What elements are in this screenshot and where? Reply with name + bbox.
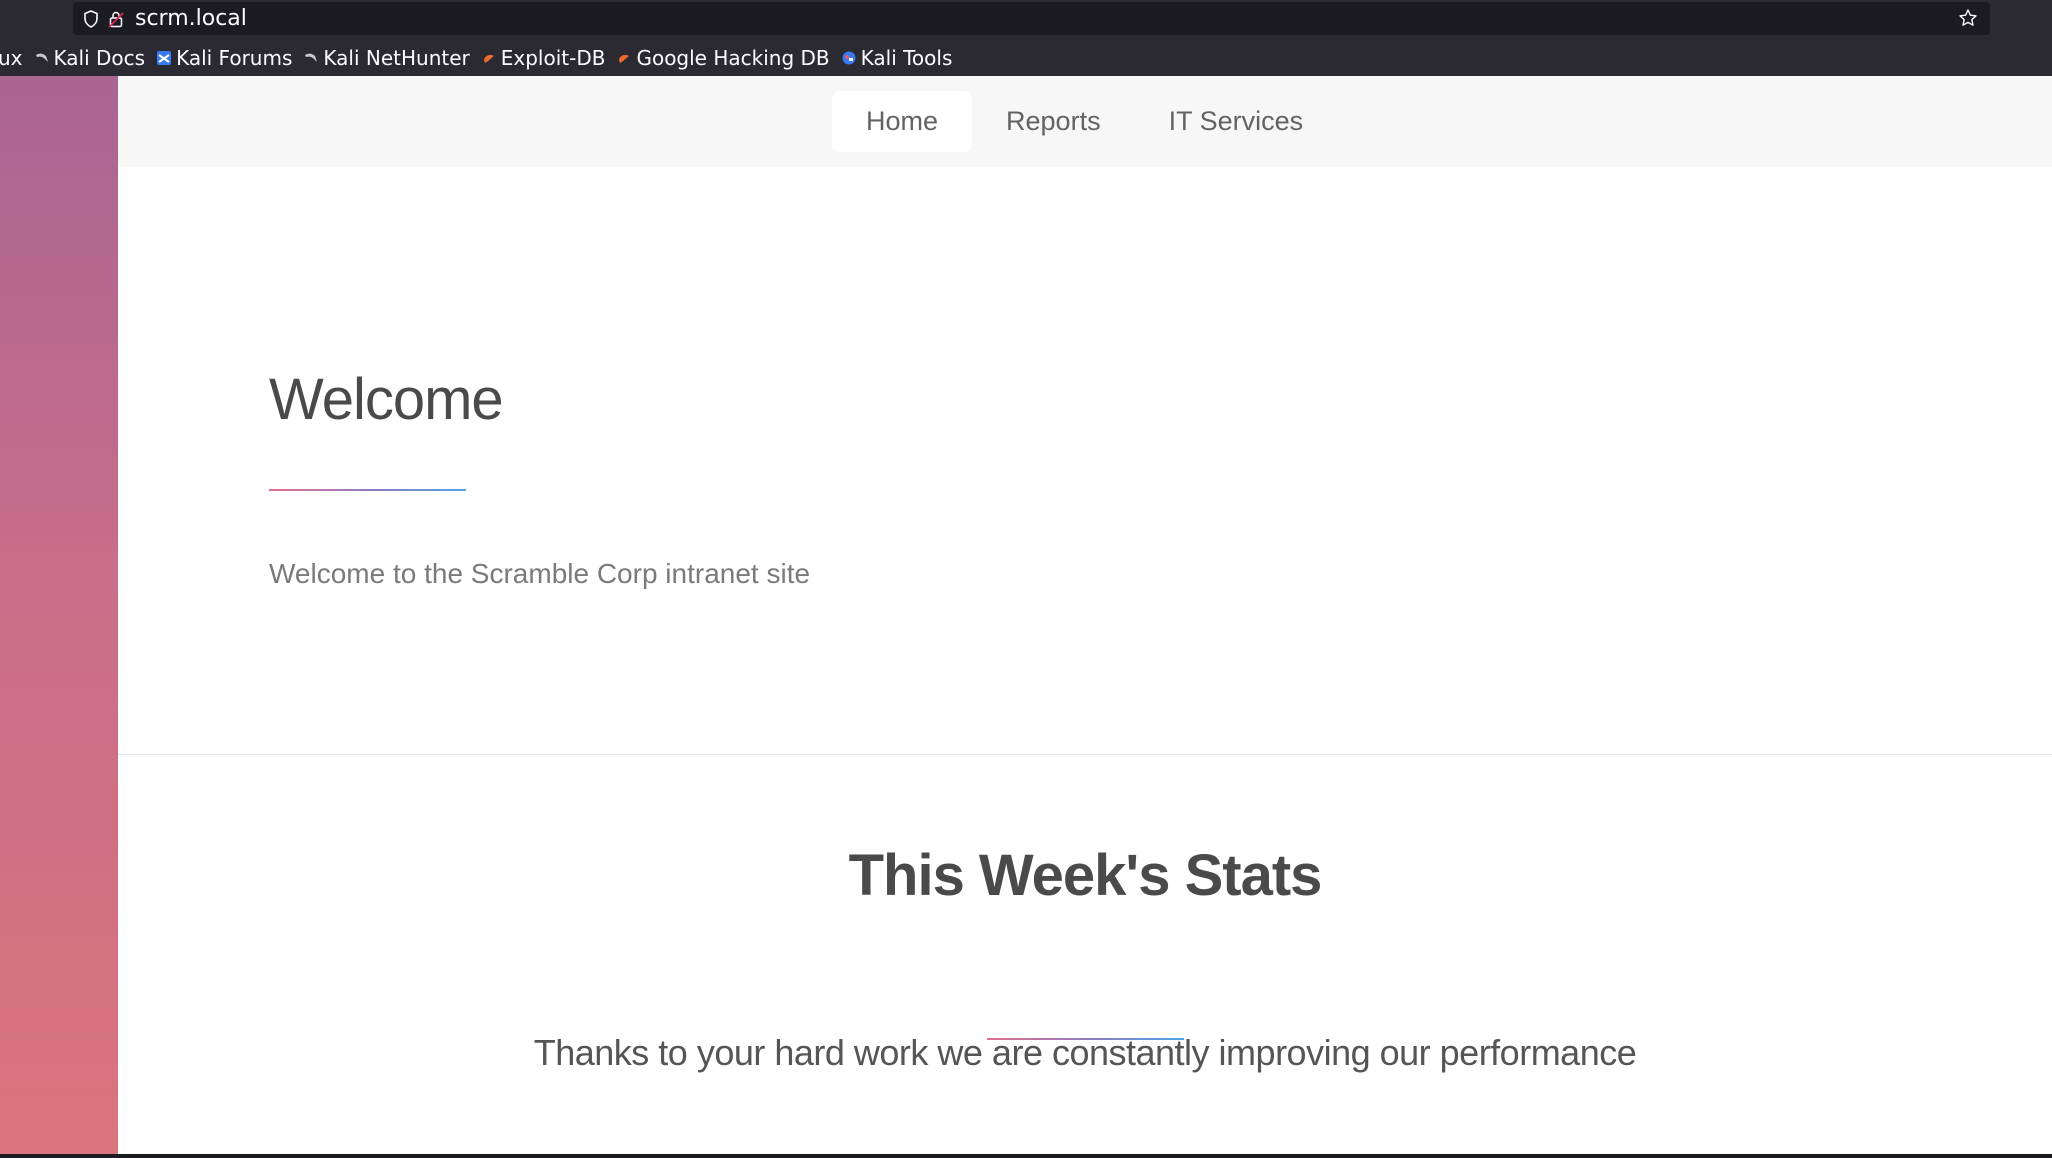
kali-dragon-icon	[35, 53, 48, 62]
bookmark-label: Exploit-DB	[500, 45, 606, 70]
window-bottom-edge	[0, 1154, 2052, 1158]
bookmark-kali-nethunter[interactable]: Kali NetHunter	[304, 45, 470, 70]
section-divider	[118, 754, 2052, 755]
nav-it-services[interactable]: IT Services	[1135, 91, 1338, 152]
web-page: Home Reports IT Services Welcome Welcome…	[0, 76, 2052, 1154]
url-text[interactable]: scrm.local	[135, 6, 247, 32]
bookmark-label: Kali Tools	[860, 45, 953, 70]
stats-text: Thanks to your hard work we are constant…	[533, 1032, 1637, 1073]
bookmark-label: Kali Forums	[176, 45, 293, 70]
welcome-text: Welcome to the Scramble Corp intranet si…	[269, 558, 811, 589]
bookmark-truncated[interactable]: ux	[0, 46, 23, 70]
bookmark-google-hacking-db[interactable]: Google Hacking DB	[617, 45, 830, 70]
welcome-heading: Welcome	[269, 367, 504, 432]
url-bar[interactable]: scrm.local	[73, 2, 1990, 35]
nav-home[interactable]: Home	[832, 91, 973, 152]
nav-reports[interactable]: Reports	[972, 91, 1135, 152]
browser-toolbar: scrm.local	[0, 0, 2052, 39]
exploit-db-icon	[619, 54, 630, 63]
bookmark-label: ux	[0, 45, 23, 70]
bookmark-star-icon[interactable]	[1958, 8, 1978, 28]
bookmarks-toolbar: ux Kali Docs Kali Forums Kali NetHunter …	[0, 39, 2052, 76]
bookmark-kali-docs[interactable]: Kali Docs	[35, 45, 146, 70]
shield-icon[interactable]	[83, 10, 99, 28]
exploit-db-icon	[483, 54, 494, 63]
bookmark-label: Kali Docs	[53, 45, 146, 70]
bookmark-label: Google Hacking DB	[636, 45, 830, 70]
nav-menu: Home Reports IT Services	[832, 91, 1337, 152]
side-gradient-bar	[0, 76, 118, 1154]
lock-insecure-icon[interactable]	[108, 10, 124, 28]
bookmark-kali-tools[interactable]: Kali Tools	[842, 45, 953, 70]
kali-tools-icon	[842, 51, 856, 64]
kali-dragon-icon	[305, 53, 318, 62]
bookmark-kali-forums[interactable]: Kali Forums	[157, 46, 292, 70]
kali-forums-icon	[157, 50, 172, 65]
bookmark-exploit-db[interactable]: Exploit-DB	[482, 45, 606, 70]
welcome-underline	[269, 489, 466, 491]
bookmark-label: Kali NetHunter	[323, 45, 470, 70]
stats-heading: This Week's Stats	[848, 843, 1323, 908]
